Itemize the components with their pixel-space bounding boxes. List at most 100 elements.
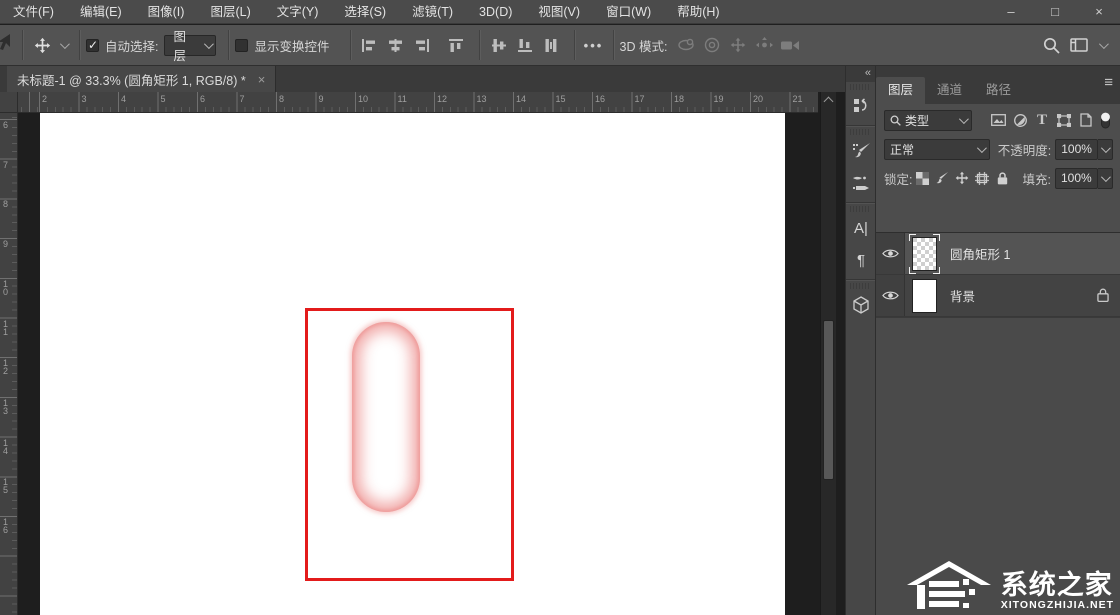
close-button[interactable]: × xyxy=(1086,0,1112,24)
filter-adjustment-layers-icon[interactable] xyxy=(1009,110,1031,130)
auto-select-checkbox[interactable] xyxy=(86,39,99,52)
scrollbar-thumb[interactable] xyxy=(823,320,834,480)
filter-pixel-layers-icon[interactable] xyxy=(987,110,1009,130)
lock-artboard-icon[interactable] xyxy=(972,169,992,187)
scroll-up-icon[interactable] xyxy=(824,97,834,107)
menu-item[interactable]: 选择(S) xyxy=(331,0,399,24)
ruler-label: 11 xyxy=(3,320,11,336)
align-horizontal-centers-icon[interactable] xyxy=(383,32,409,58)
menu-item[interactable]: 3D(D) xyxy=(466,0,525,24)
pasteboard-gap xyxy=(836,92,845,615)
ruler-label: 12 xyxy=(437,94,447,104)
menu-item[interactable]: 文字(Y) xyxy=(264,0,332,24)
blend-mode-dropdown[interactable]: 正常 xyxy=(884,139,990,160)
layer-thumbnail[interactable] xyxy=(909,235,940,273)
filter-shape-layers-icon[interactable] xyxy=(1053,110,1075,130)
lock-transparent-pixels-icon[interactable] xyxy=(912,169,932,187)
menu-item[interactable]: 滤镜(T) xyxy=(399,0,466,24)
tab-paths[interactable]: 路径 xyxy=(974,77,1023,104)
ruler-label: 9 xyxy=(319,94,324,104)
filter-search-icon xyxy=(890,115,901,126)
3d-slide-icon[interactable] xyxy=(751,32,777,58)
document-tab-bar: 未标题-1 @ 33.3% (圆角矩形 1, RGB/8) * × xyxy=(0,66,845,92)
3d-pan-icon[interactable] xyxy=(725,32,751,58)
menu-item[interactable]: 视图(V) xyxy=(525,0,593,24)
search-icon[interactable] xyxy=(1038,32,1064,58)
layer-lock-icon xyxy=(1097,288,1109,302)
show-transform-label: 显示变换控件 xyxy=(254,36,329,55)
layer-name[interactable]: 背景 xyxy=(950,286,975,305)
layer-name[interactable]: 圆角矩形 1 xyxy=(950,244,1010,263)
tab-layers[interactable]: 图层 xyxy=(876,77,925,104)
document-tab[interactable]: 未标题-1 @ 33.3% (圆角矩形 1, RGB/8) * × xyxy=(7,66,276,92)
character-panel-icon[interactable]: A| xyxy=(846,212,876,244)
menu-item[interactable]: 文件(F) xyxy=(0,0,67,24)
align-top-edges-icon[interactable] xyxy=(443,32,469,58)
panel-menu-icon[interactable]: ≡ xyxy=(1104,74,1113,91)
more-align-options-icon[interactable]: ••• xyxy=(581,32,607,58)
window-controls: – □ × xyxy=(998,0,1112,24)
options-bar: 自动选择: 图层 显示变换控件 ••• 3D 模式: xyxy=(0,25,1120,66)
auto-select-target-dropdown[interactable]: 图层 xyxy=(164,35,216,56)
align-right-edges-icon[interactable] xyxy=(409,32,435,58)
ruler-label: 4 xyxy=(121,94,126,104)
3d-orbit-icon[interactable] xyxy=(673,32,699,58)
fill-field[interactable]: 100% xyxy=(1055,168,1098,189)
ruler-label: 10 xyxy=(358,94,368,104)
lock-all-icon[interactable] xyxy=(992,169,1012,187)
menu-item[interactable]: 图层(L) xyxy=(197,0,263,24)
menu-item[interactable]: 编辑(E) xyxy=(67,0,135,24)
tool-options-chevron-icon[interactable] xyxy=(60,39,70,49)
show-transform-checkbox[interactable] xyxy=(235,39,248,52)
photoshop-window: 文件(F)编辑(E)图像(I)图层(L)文字(Y)选择(S)滤镜(T)3D(D)… xyxy=(0,0,1120,615)
canvas-viewport[interactable] xyxy=(18,113,820,615)
filter-smart-objects-icon[interactable] xyxy=(1075,110,1097,130)
3d-roll-icon[interactable] xyxy=(699,32,725,58)
menu-item[interactable]: 帮助(H) xyxy=(664,0,732,24)
layers-panel-group: 图层 通道 路径 ≡ 类型 T xyxy=(875,66,1120,615)
paragraph-panel-icon[interactable]: ¶ xyxy=(846,244,876,276)
filter-type-layers-icon[interactable]: T xyxy=(1031,110,1053,130)
tab-channels[interactable]: 通道 xyxy=(925,77,974,104)
ruler-label: 15 xyxy=(3,478,11,494)
watermark-title: 系统之家 xyxy=(1001,571,1114,599)
filter-on-off-toggle[interactable] xyxy=(1097,110,1113,130)
auto-select-target-value: 图层 xyxy=(173,26,196,64)
ruler-label: 18 xyxy=(674,94,684,104)
history-panel-icon[interactable] xyxy=(846,90,876,122)
brushes-panel-icon[interactable] xyxy=(846,167,876,199)
expand-panels-button[interactable]: « xyxy=(846,66,875,82)
tool-preset-icon[interactable] xyxy=(0,33,10,57)
move-tool-icon[interactable] xyxy=(29,32,55,58)
menu-item[interactable]: 图像(I) xyxy=(135,0,198,24)
layer-thumbnail[interactable] xyxy=(909,277,940,315)
brush-settings-panel-icon[interactable] xyxy=(846,135,876,167)
workspace-switcher-icon[interactable] xyxy=(1066,32,1092,58)
watermark-domain: XITONGZHIJIA.NET xyxy=(1001,599,1114,611)
opacity-field[interactable]: 100% xyxy=(1055,139,1098,160)
menu-item[interactable]: 窗口(W) xyxy=(593,0,664,24)
distribute-vertical-icon[interactable] xyxy=(538,32,564,58)
opacity-chevron-icon[interactable] xyxy=(1098,139,1113,160)
tab-close-icon[interactable]: × xyxy=(258,72,266,87)
layer-filter-row: 类型 T xyxy=(876,104,1120,134)
fill-chevron-icon[interactable] xyxy=(1098,168,1113,189)
align-vertical-centers-icon[interactable] xyxy=(486,32,512,58)
lock-position-icon[interactable] xyxy=(952,169,972,187)
lock-image-pixels-icon[interactable] xyxy=(932,169,952,187)
minimize-button[interactable]: – xyxy=(998,0,1024,24)
workspace-chevron-icon[interactable] xyxy=(1099,39,1109,49)
3d-panel-icon[interactable] xyxy=(846,289,876,321)
align-bottom-edges-icon[interactable] xyxy=(512,32,538,58)
visibility-cell[interactable] xyxy=(876,233,905,274)
maximize-button[interactable]: □ xyxy=(1042,0,1068,24)
align-left-edges-icon[interactable] xyxy=(357,32,383,58)
blend-mode-value: 正常 xyxy=(890,141,914,158)
layer-row-background[interactable]: 背景 xyxy=(876,275,1120,317)
visibility-cell[interactable] xyxy=(876,275,905,316)
ruler-label: 15 xyxy=(556,94,566,104)
vertical-scrollbar[interactable] xyxy=(820,92,836,615)
filter-type-dropdown[interactable]: 类型 xyxy=(884,110,972,131)
layer-row-rounded-rectangle[interactable]: 圆角矩形 1 xyxy=(876,233,1120,275)
3d-zoom-camera-icon[interactable] xyxy=(777,32,803,58)
